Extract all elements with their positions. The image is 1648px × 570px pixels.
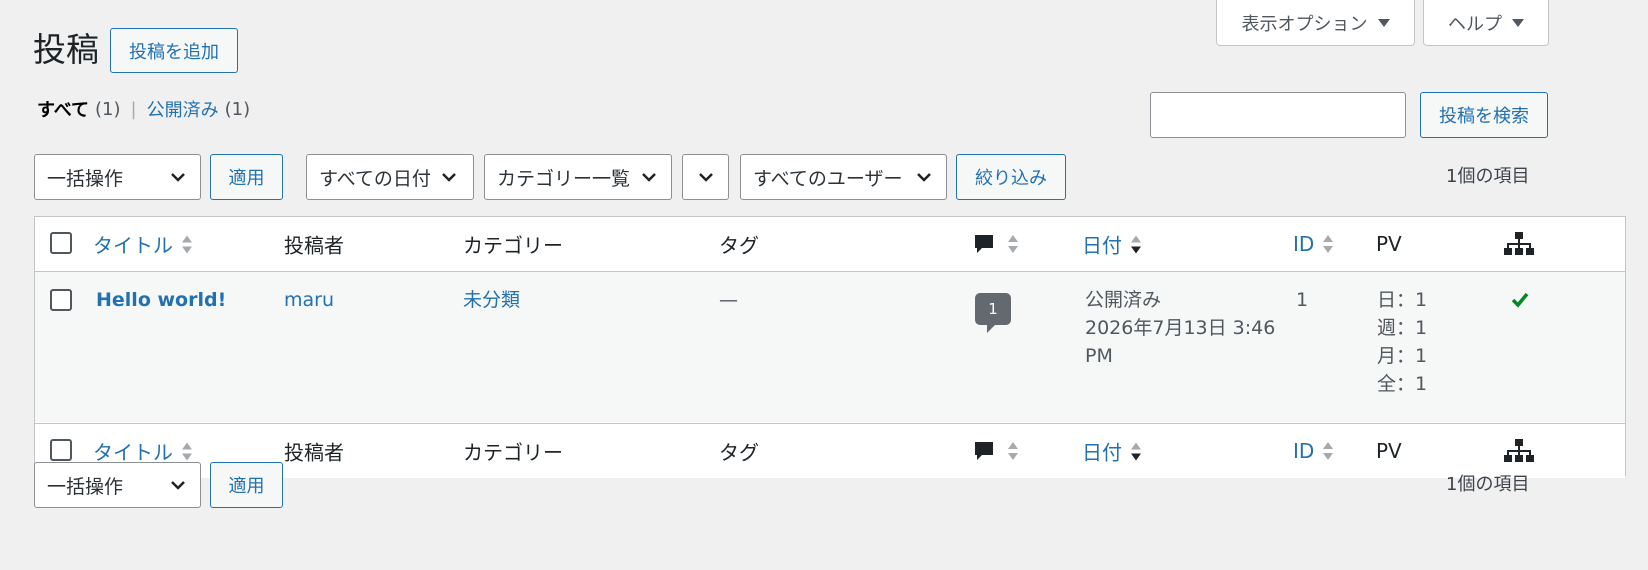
sitemap-icon: [1504, 232, 1534, 255]
views-list: すべて (1) | 公開済み (1): [37, 96, 250, 122]
caret-down-icon: [1377, 18, 1390, 27]
checkmark-icon: [1511, 292, 1529, 308]
column-pv-header: PV: [1376, 232, 1402, 256]
bulk-action-value: 一括操作: [47, 167, 124, 190]
item-count-top: 1個の項目: [1446, 166, 1530, 187]
search-posts-button[interactable]: 投稿を検索: [1420, 92, 1548, 138]
date-filter-select[interactable]: すべての日付: [306, 154, 474, 200]
bulk-action-select-bottom[interactable]: 一括操作: [34, 462, 201, 508]
chevron-down-icon: [171, 481, 185, 490]
item-count-bottom: 1個の項目: [1446, 474, 1530, 495]
apply-button[interactable]: 適用: [210, 154, 283, 200]
table-row: Hello world! maru 未分類 — 1 公開済み 2026年7月13…: [35, 272, 1625, 422]
column-date-label: 日付: [1082, 440, 1122, 465]
pv-month: 月：1: [1377, 345, 1428, 367]
column-categories-header: カテゴリー: [463, 233, 563, 258]
post-status: 公開済み: [1085, 289, 1162, 311]
column-title-label: タイトル: [93, 233, 173, 258]
row-checkbox[interactable]: [50, 289, 72, 311]
column-title-header[interactable]: タイトル: [93, 230, 193, 259]
filter-button[interactable]: 絞り込み: [956, 154, 1066, 200]
comment-count-bubble[interactable]: 1: [975, 293, 1011, 333]
sort-icon: [1323, 442, 1334, 460]
chevron-down-icon: [699, 173, 713, 182]
pv-day: 日：1: [1377, 289, 1428, 311]
caret-down-icon: [1512, 18, 1524, 27]
sort-icon: [1323, 235, 1334, 253]
column-id-footer[interactable]: ID: [1293, 439, 1334, 463]
comment-count: 1: [988, 300, 998, 318]
view-all[interactable]: すべて: [37, 96, 89, 122]
select-all-checkbox-bottom[interactable]: [50, 439, 72, 461]
user-filter-select[interactable]: すべてのユーザー: [740, 154, 947, 200]
sort-icon: [1008, 442, 1018, 460]
user-filter-value: すべてのユーザー: [753, 167, 903, 190]
views-separator: |: [130, 98, 137, 120]
bulk-action-select[interactable]: 一括操作: [34, 154, 201, 200]
comment-icon: [975, 442, 993, 460]
column-author-footer: 投稿者: [284, 440, 344, 465]
column-date-label: 日付: [1082, 233, 1122, 258]
sitemap-icon: [1504, 439, 1534, 462]
column-comments-header[interactable]: [973, 233, 1019, 255]
category-filter-value: カテゴリー一覧: [497, 167, 631, 190]
post-date-line2: PM: [1085, 345, 1113, 367]
column-hierarchy-header: [1504, 232, 1534, 256]
column-author-header: 投稿者: [284, 233, 344, 258]
column-id-header[interactable]: ID: [1293, 232, 1334, 256]
category-filter-select[interactable]: カテゴリー一覧: [484, 154, 672, 200]
post-id: 1: [1296, 289, 1309, 311]
column-date-footer[interactable]: 日付: [1082, 437, 1142, 466]
help-label: ヘルプ: [1448, 13, 1502, 35]
column-id-label: ID: [1293, 439, 1315, 463]
extra-filter-select[interactable]: [682, 154, 729, 200]
comment-icon: [975, 235, 993, 253]
post-tags: —: [719, 289, 738, 311]
column-date-header[interactable]: 日付: [1082, 230, 1142, 259]
post-author-link[interactable]: maru: [284, 286, 334, 315]
sort-icon: [182, 442, 192, 460]
pv-all: 全：1: [1377, 373, 1428, 395]
bulk-action-value-bottom: 一括操作: [47, 475, 124, 498]
post-title-link[interactable]: Hello world!: [96, 286, 226, 315]
posts-table: タイトル 投稿者 カテゴリー タグ 日付 ID PV Hello world! …: [34, 216, 1626, 478]
sort-icon: [1008, 235, 1018, 253]
chevron-down-icon: [642, 173, 656, 182]
date-filter-value: すべての日付: [319, 167, 431, 190]
screen-options-button[interactable]: 表示オプション: [1216, 0, 1415, 46]
post-date-line1: 2026年7月13日 3:46: [1085, 317, 1276, 339]
sort-desc-icon: [1131, 442, 1141, 460]
chevron-down-icon: [171, 173, 185, 182]
column-comments-footer[interactable]: [973, 440, 1019, 462]
chevron-down-icon: [917, 173, 931, 182]
column-tags-footer: タグ: [719, 440, 759, 465]
post-category-link[interactable]: 未分類: [463, 286, 520, 315]
screen-options-label: 表示オプション: [1241, 13, 1368, 35]
column-id-label: ID: [1293, 232, 1315, 256]
view-published[interactable]: 公開済み: [147, 96, 219, 122]
pv-week: 週：1: [1377, 317, 1428, 339]
column-hierarchy-footer: [1504, 439, 1534, 463]
view-all-count: (1): [95, 98, 121, 120]
chevron-down-icon: [442, 173, 456, 182]
help-button[interactable]: ヘルプ: [1423, 0, 1549, 46]
column-pv-footer: PV: [1376, 439, 1402, 463]
table-header: タイトル 投稿者 カテゴリー タグ 日付 ID PV: [35, 217, 1625, 272]
view-published-count: (1): [224, 98, 251, 120]
add-new-post-button[interactable]: 投稿を追加: [110, 28, 238, 73]
page-title: 投稿: [33, 30, 99, 69]
sort-desc-icon: [1131, 235, 1141, 253]
column-categories-footer: カテゴリー: [463, 440, 563, 465]
apply-button-bottom[interactable]: 適用: [210, 462, 283, 508]
select-all-checkbox[interactable]: [50, 232, 72, 254]
search-input[interactable]: [1150, 92, 1406, 138]
sort-icon: [182, 235, 192, 253]
column-tags-header: タグ: [719, 233, 759, 258]
